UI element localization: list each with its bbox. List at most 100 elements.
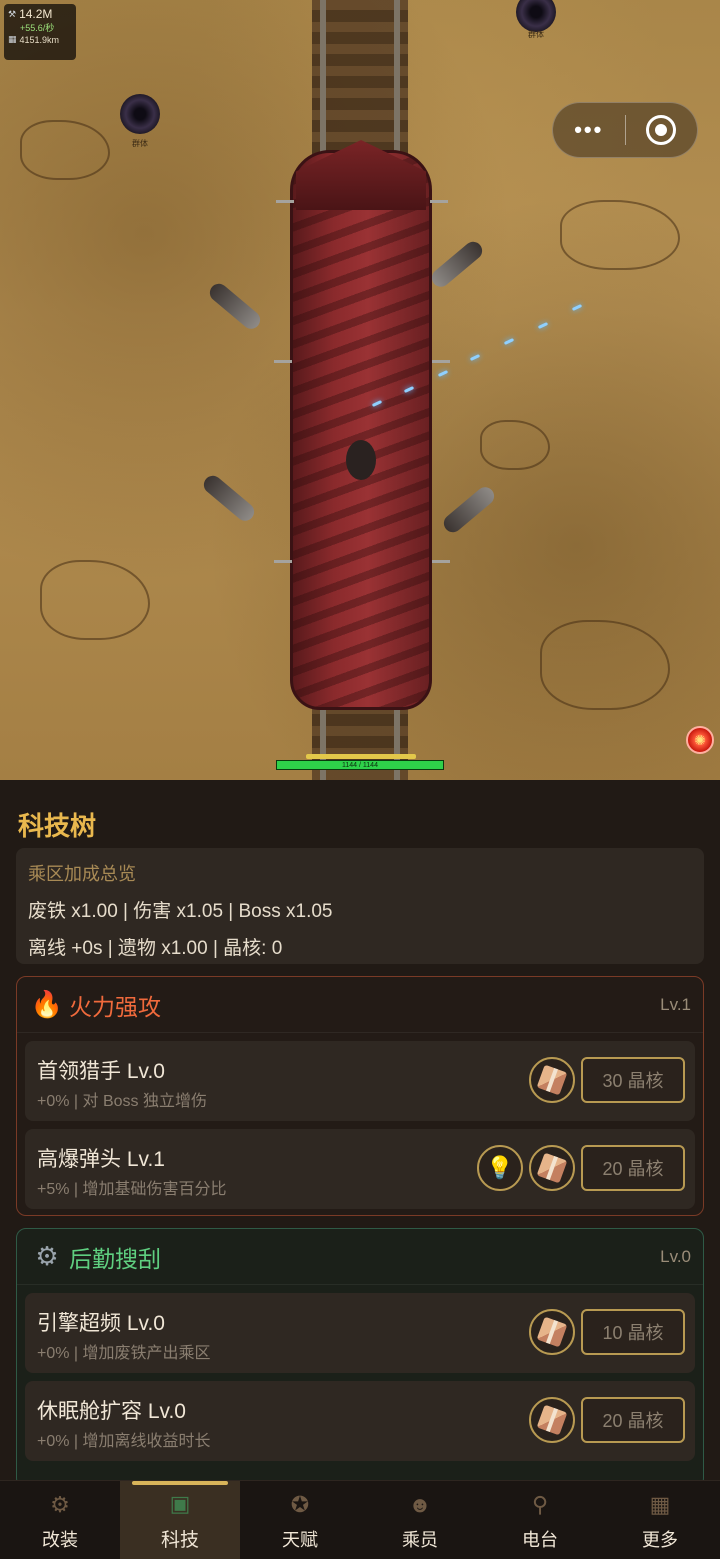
train-spike <box>274 560 292 563</box>
exhaust-smoke <box>200 472 258 525</box>
tech-name: 首领猎手 Lv.0 <box>37 1060 165 1083</box>
train-spike <box>432 560 450 563</box>
miniprogram-capsule: ••• <box>552 102 698 158</box>
tech-desc: +5% | 增加基础伤害百分比 <box>37 1181 227 1198</box>
crate-button[interactable] <box>529 1057 575 1103</box>
tab-crew[interactable]: ☻ 乘员 <box>360 1481 480 1559</box>
crate-icon <box>536 1316 568 1348</box>
resource-hud: ⚒ 14.2M +55.6/秒 ▦ 4151.9km <box>4 4 76 60</box>
category-logistics: ⚙ 后勤搜刮 Lv.0 引擎超频 Lv.0 +0% | 增加废铁产出乘区 10 … <box>16 1228 704 1488</box>
tech-item[interactable]: 休眠舱扩容 Lv.0 +0% | 增加离线收益时长 20 晶核 <box>25 1381 695 1461</box>
summary-line: 废铁 x1.00 | 伤害 x1.05 | Boss x1.05 <box>28 901 333 922</box>
tech-desc: +0% | 增加离线收益时长 <box>37 1433 211 1450</box>
portal-label: 群体 <box>132 139 148 148</box>
projectile <box>537 322 549 329</box>
train-hp-text: 1144 / 1144 <box>342 762 378 769</box>
tech-item[interactable]: 首领猎手 Lv.0 +0% | 对 Boss 独立增伤 30 晶核 <box>25 1041 695 1121</box>
enemy-portal[interactable] <box>516 0 556 32</box>
ground-crack <box>20 120 110 180</box>
ground-crack <box>480 420 550 470</box>
tech-desc: +0% | 增加废铁产出乘区 <box>37 1345 211 1362</box>
wrench-icon: ⚙ <box>50 1491 70 1517</box>
flame-icon: 🔥 <box>30 989 64 1019</box>
tech-name: 引擎超频 Lv.0 <box>37 1312 165 1335</box>
more-menu-button[interactable]: ••• <box>553 117 625 143</box>
radio-icon: ⚲ <box>531 1491 549 1517</box>
projectile <box>503 338 515 345</box>
tech-desc: +0% | 对 Boss 独立增伤 <box>37 1093 207 1110</box>
lightbulb-icon: 💡 <box>486 1155 514 1180</box>
ground-crack <box>40 560 150 640</box>
tech-item[interactable]: 高爆弹头 Lv.1 +5% | 增加基础伤害百分比 💡 20 晶核 <box>25 1129 695 1209</box>
train-chimney <box>346 440 376 480</box>
tab-mods[interactable]: ⚙ 改装 <box>0 1481 120 1559</box>
alert-icon[interactable]: ✺ <box>686 726 714 754</box>
enemy-portal[interactable] <box>120 94 160 134</box>
hint-button[interactable]: 💡 <box>477 1145 523 1191</box>
close-miniprogram-button[interactable] <box>626 115 698 145</box>
scrap-rate: +55.6/秒 <box>20 23 55 33</box>
crate-icon <box>536 1152 568 1184</box>
tab-talent[interactable]: ✪ 天赋 <box>240 1481 360 1559</box>
category-name: 火力强攻 <box>69 993 161 1020</box>
train-shield-bar <box>306 754 416 759</box>
tab-tech[interactable]: ▣ 科技 <box>120 1481 240 1559</box>
ground-crack <box>560 200 680 270</box>
tab-label: 乘员 <box>402 1529 438 1550</box>
exhaust-smoke <box>428 238 486 291</box>
tab-label: 更多 <box>642 1529 678 1550</box>
crate-button[interactable] <box>529 1309 575 1355</box>
target-icon <box>646 115 677 145</box>
tab-label: 电台 <box>522 1529 558 1550</box>
tech-name: 高爆弹头 Lv.1 <box>37 1148 165 1171</box>
category-level: Lv.0 <box>660 1246 691 1266</box>
train-hp-bar: 1144 / 1144 <box>276 760 444 770</box>
more-dots-icon: ••• <box>574 117 604 142</box>
distance-traveled: 4151.9km <box>19 34 60 45</box>
map-icon: ▦ <box>8 34 17 44</box>
category-firepower: 🔥 火力强攻 Lv.1 首领猎手 Lv.0 +0% | 对 Boss 独立增伤 … <box>16 976 704 1216</box>
star-badge-icon: ✪ <box>290 1491 310 1517</box>
bottom-tab-bar: ⚙ 改装 ▣ 科技 ✪ 天赋 ☻ 乘员 ⚲ 电台 ▦ 更多 <box>0 1480 720 1559</box>
page-title: 科技树 <box>18 811 97 841</box>
category-name: 后勤搜刮 <box>69 1245 161 1272</box>
projectile <box>469 354 481 361</box>
crate-icon <box>536 1064 568 1096</box>
tech-item[interactable]: 引擎超频 Lv.0 +0% | 增加废铁产出乘区 10 晶核 <box>25 1293 695 1373</box>
grid-icon: ▦ <box>649 1491 671 1517</box>
crate-icon <box>536 1404 568 1436</box>
chip-icon: ▣ <box>169 1491 191 1516</box>
game-viewport[interactable]: 群体 群体 ⚒ 14.2M +55.6/秒 ▦ 4151.9km ••• 114… <box>0 0 720 780</box>
tab-radio[interactable]: ⚲ 电台 <box>480 1481 600 1559</box>
tech-tree-panel: 科技树 乘区加成总览 废铁 x1.00 | 伤害 x1.05 | Boss x1… <box>0 780 720 1488</box>
train-spike <box>276 200 294 203</box>
upgrade-cost-button[interactable]: 20 晶核 <box>581 1397 685 1443</box>
train-spike <box>274 360 292 363</box>
exhaust-smoke <box>440 483 498 536</box>
crate-button[interactable] <box>529 1145 575 1191</box>
bonus-summary-card: 乘区加成总览 废铁 x1.00 | 伤害 x1.05 | Boss x1.05 … <box>16 848 704 964</box>
category-level: Lv.1 <box>660 994 691 1014</box>
projectile <box>571 304 583 311</box>
train-spike <box>430 200 448 203</box>
portal-label: 群体 <box>528 30 544 39</box>
train-spike <box>432 360 450 363</box>
category-header[interactable]: 🔥 火力强攻 Lv.1 <box>17 977 703 1033</box>
exhaust-smoke <box>206 280 264 333</box>
tab-label: 改装 <box>42 1529 78 1550</box>
crate-button[interactable] <box>529 1397 575 1443</box>
gear-icon: ⚙ <box>35 1241 59 1271</box>
upgrade-cost-button[interactable]: 30 晶核 <box>581 1057 685 1103</box>
tab-more[interactable]: ▦ 更多 <box>600 1481 720 1559</box>
projectile <box>437 370 449 377</box>
category-header[interactable]: ⚙ 后勤搜刮 Lv.0 <box>17 1229 703 1285</box>
summary-title: 乘区加成总览 <box>28 864 136 884</box>
upgrade-cost-button[interactable]: 10 晶核 <box>581 1309 685 1355</box>
tab-label: 天赋 <box>282 1529 318 1550</box>
tech-name: 休眠舱扩容 Lv.0 <box>37 1400 186 1423</box>
summary-line: 离线 +0s | 遗物 x1.00 | 晶核: 0 <box>28 938 283 959</box>
crew-icon: ☻ <box>408 1491 432 1517</box>
upgrade-cost-button[interactable]: 20 晶核 <box>581 1145 685 1191</box>
armored-train[interactable] <box>290 150 432 710</box>
ground-crack <box>540 620 670 710</box>
